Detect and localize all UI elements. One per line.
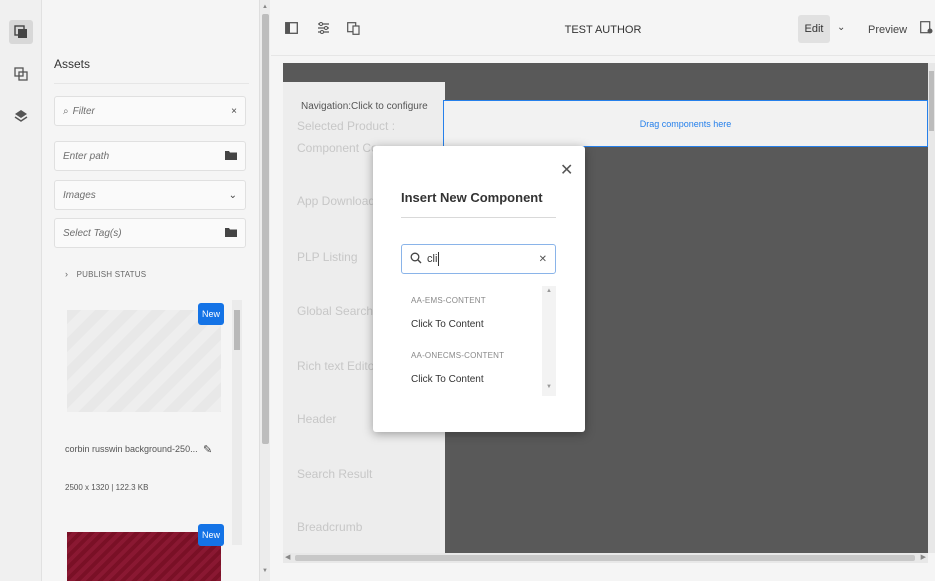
path-placeholder: Enter path — [63, 150, 110, 162]
layers-icon[interactable] — [9, 104, 33, 128]
asset-name[interactable]: corbin russwin background-250... — [65, 444, 198, 454]
nav-item[interactable]: Header — [297, 412, 336, 426]
publish-status-label: PUBLISH STATUS — [76, 270, 147, 279]
nav-item[interactable]: PLP Listing — [297, 250, 358, 264]
result-group-label: AA-ONECMS-CONTENT — [411, 351, 505, 360]
scroll-up-icon[interactable]: ▲ — [262, 4, 268, 10]
filter-placeholder: Filter — [72, 105, 95, 117]
nav-item[interactable]: App Download — [297, 194, 375, 208]
folder-icon[interactable] — [225, 227, 237, 240]
scroll-left-icon[interactable]: ◀ — [285, 553, 290, 561]
divider — [54, 83, 249, 84]
tags-placeholder: Select Tag(s) — [63, 227, 122, 239]
panel-scrollbar[interactable]: ▲ ▼ — [259, 0, 270, 581]
page-info-icon[interactable] — [920, 21, 933, 37]
path-field[interactable]: Enter path — [54, 141, 246, 171]
search-icon — [410, 252, 422, 267]
component-results-list: AA-EMS-CONTENT Click To Content AA-ONECM… — [401, 286, 556, 396]
navigation-placeholder[interactable]: Navigation:Click to configure — [301, 101, 428, 112]
assets-icon[interactable] — [9, 20, 33, 44]
drop-zone[interactable]: Drag components here — [443, 100, 928, 147]
nav-item[interactable]: Global Search — [297, 304, 373, 318]
asset-type-select[interactable]: Images ⌄ — [54, 180, 246, 210]
scroll-down-icon[interactable]: ▼ — [262, 568, 268, 574]
text-caret — [438, 252, 440, 266]
clear-icon[interactable]: ✕ — [539, 254, 547, 265]
result-item[interactable]: Click To Content — [411, 374, 484, 385]
nav-item[interactable]: Selected Product : — [297, 119, 395, 133]
edit-mode-button[interactable]: Edit — [798, 15, 830, 43]
search-value: cli — [427, 253, 438, 265]
tags-field[interactable]: Select Tag(s) — [54, 218, 246, 248]
assets-panel: Assets ⌕ Filter × Enter path Images ⌄ Se… — [43, 0, 259, 581]
assets-title: Assets — [54, 57, 91, 71]
chevron-right-icon: › — [65, 269, 69, 279]
chevron-down-icon[interactable]: ⌄ — [837, 22, 845, 33]
asset-meta: 2500 x 1320 | 122.3 KB — [65, 483, 149, 492]
components-icon[interactable] — [9, 62, 33, 86]
dialog-title: Insert New Component — [401, 190, 543, 205]
asset-thumbnail[interactable] — [67, 310, 221, 412]
preview-button[interactable]: Preview — [868, 24, 907, 36]
insert-component-dialog: ✕ Insert New Component cli ✕ AA-EMS-CONT… — [373, 146, 585, 432]
page-title: TEST AUTHOR — [564, 24, 642, 36]
pencil-icon[interactable]: ✎ — [203, 443, 212, 456]
results-scrollbar[interactable]: ▲ ▼ — [542, 286, 556, 396]
component-search-input[interactable]: cli ✕ — [401, 244, 556, 274]
chevron-down-icon: ⌄ — [228, 189, 237, 201]
nav-item[interactable]: Rich text Editor — [297, 359, 378, 373]
asset-list-scrollbar[interactable] — [232, 300, 242, 545]
editor-toolbar: TEST AUTHOR Edit ⌄ Preview — [271, 0, 935, 56]
folder-icon[interactable] — [225, 150, 237, 163]
scroll-up-icon[interactable]: ▲ — [546, 288, 552, 294]
nav-item[interactable]: Component Co — [297, 141, 378, 155]
canvas-horizontal-scrollbar[interactable]: ◀ ▶ — [283, 553, 928, 563]
filter-input[interactable]: ⌕ Filter × — [54, 96, 246, 126]
side-rail — [0, 0, 42, 581]
result-group-label: AA-EMS-CONTENT — [411, 296, 486, 305]
new-badge: New — [198, 303, 224, 325]
publish-status-toggle[interactable]: › PUBLISH STATUS — [65, 269, 146, 279]
scroll-right-icon[interactable]: ▶ — [921, 553, 926, 561]
asset-type-value: Images — [63, 189, 96, 201]
nav-item[interactable]: Breadcrumb — [297, 520, 362, 534]
scroll-down-icon[interactable]: ▼ — [546, 384, 552, 390]
new-badge: New — [198, 524, 224, 546]
nav-item[interactable]: Search Result — [297, 467, 372, 481]
result-item[interactable]: Click To Content — [411, 319, 484, 330]
divider — [401, 217, 556, 218]
search-icon: ⌕ — [63, 105, 69, 117]
canvas-vertical-scrollbar[interactable] — [928, 63, 935, 553]
clear-icon[interactable]: × — [231, 106, 237, 117]
close-icon[interactable]: ✕ — [560, 160, 573, 180]
